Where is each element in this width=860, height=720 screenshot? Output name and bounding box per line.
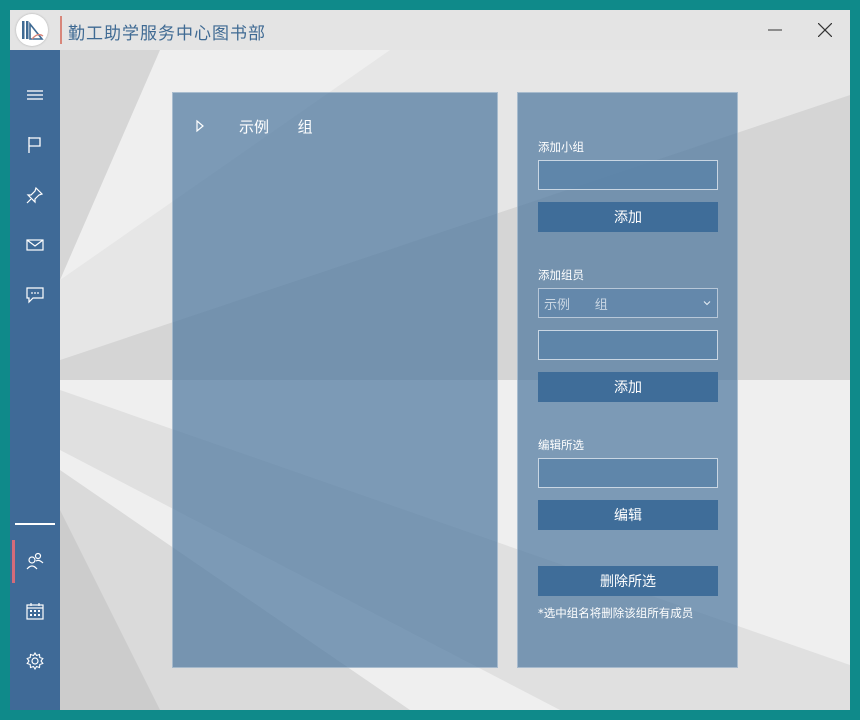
users-group-icon	[26, 552, 44, 570]
minimize-button[interactable]	[750, 10, 800, 50]
nav-mail-button[interactable]	[10, 225, 60, 265]
group-form-panel: 添加小组 添加 添加组员 示例 组 添加 编辑所选 编辑 删除所选 *选中组名将…	[517, 92, 738, 668]
edit-selected-label: 编辑所选	[538, 438, 584, 452]
app-window: 勤工助学服务中心图书部 示例 组 添加小组 添加 添加组员 示例 组 添加 编辑…	[10, 10, 850, 710]
expand-arrow-icon[interactable]	[193, 119, 207, 133]
tree-item-label: 示例 组	[239, 117, 313, 136]
nav-pin-button[interactable]	[10, 175, 60, 215]
nav-groups-button[interactable]	[10, 541, 60, 581]
group-select-value: 示例 组	[544, 297, 608, 313]
group-tree-panel: 示例 组	[172, 92, 498, 668]
add-member-label: 添加组员	[538, 268, 584, 282]
nav-settings-button[interactable]	[10, 641, 60, 681]
chat-icon	[26, 287, 44, 304]
calendar-icon	[26, 603, 44, 620]
title-separator	[60, 16, 62, 44]
nav-calendar-button[interactable]	[10, 591, 60, 631]
settings-gear-icon	[26, 652, 44, 670]
title-bar: 勤工助学服务中心图书部	[10, 10, 850, 50]
add-group-input[interactable]	[538, 160, 718, 190]
delete-selected-button[interactable]: 删除所选	[538, 566, 718, 596]
edit-button[interactable]: 编辑	[538, 500, 718, 530]
group-select[interactable]: 示例 组	[538, 288, 718, 318]
chevron-down-icon	[703, 301, 711, 306]
app-logo	[16, 14, 48, 46]
edit-selected-input[interactable]	[538, 458, 718, 488]
nav-menu-button[interactable]	[10, 75, 60, 115]
pin-icon	[26, 186, 44, 204]
close-button[interactable]	[800, 10, 850, 50]
app-title: 勤工助学服务中心图书部	[68, 24, 266, 44]
mail-icon	[26, 239, 44, 251]
minimize-icon	[768, 29, 782, 31]
add-member-button[interactable]: 添加	[538, 372, 718, 402]
delete-hint-text: *选中组名将删除该组所有成员	[538, 606, 694, 620]
close-icon	[818, 23, 832, 37]
flag-icon	[28, 137, 41, 153]
nav-chat-button[interactable]	[10, 275, 60, 315]
add-member-input[interactable]	[538, 330, 718, 360]
add-group-button[interactable]: 添加	[538, 202, 718, 232]
sidebar	[10, 50, 60, 710]
add-group-label: 添加小组	[538, 140, 584, 154]
nav-flag-button[interactable]	[10, 125, 60, 165]
tree-item-group[interactable]: 示例 组	[193, 113, 313, 139]
sidebar-divider	[15, 523, 55, 525]
hamburger-menu-icon	[27, 90, 43, 100]
